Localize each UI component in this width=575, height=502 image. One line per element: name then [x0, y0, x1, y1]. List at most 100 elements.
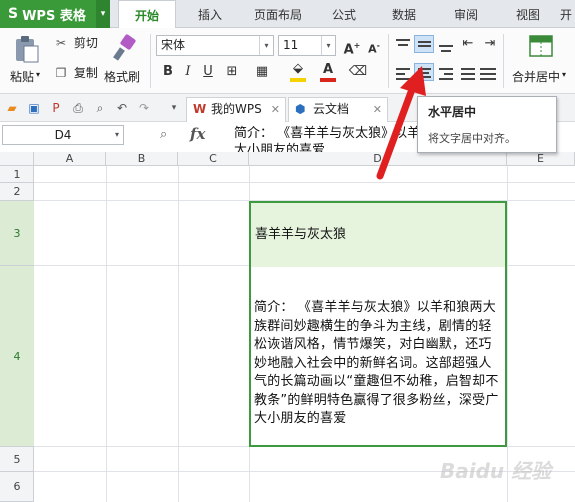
- row-header: 1 2 3 4 5 6: [0, 166, 34, 502]
- tooltip-description: 将文字居中对齐。: [428, 132, 516, 145]
- doc-tab-label: 我的WPS: [211, 102, 262, 116]
- name-box[interactable]: D4 ▾: [2, 125, 124, 145]
- tab-data[interactable]: 数据: [382, 0, 426, 28]
- row-header-6[interactable]: 6: [0, 472, 34, 502]
- decrease-font-icon[interactable]: A-: [364, 36, 384, 56]
- chevron-down-icon: ▾: [321, 36, 335, 55]
- italic-icon[interactable]: I: [178, 62, 198, 82]
- column-header-c[interactable]: C: [178, 152, 249, 166]
- app-name: WPS 表格: [22, 8, 86, 24]
- copy-icon: ❐: [55, 66, 67, 80]
- tab-review[interactable]: 审阅: [444, 0, 488, 28]
- row-header-4[interactable]: 4: [0, 266, 34, 447]
- folder-icon[interactable]: ▰: [4, 100, 20, 116]
- select-all-corner[interactable]: [0, 152, 34, 166]
- column-header-a[interactable]: A: [34, 152, 106, 166]
- wps-icon: W: [193, 102, 207, 116]
- row-header-5[interactable]: 5: [0, 447, 34, 472]
- chevron-down-icon[interactable]: ▾: [36, 70, 40, 79]
- justify-icon[interactable]: [458, 64, 478, 82]
- align-right-icon[interactable]: [436, 64, 456, 82]
- tab-page-layout[interactable]: 页面布局: [246, 0, 310, 28]
- tab-more[interactable]: 开: [556, 0, 575, 28]
- eraser-icon[interactable]: ⌫: [348, 62, 368, 82]
- align-top-icon[interactable]: [393, 36, 413, 54]
- column-header-e[interactable]: E: [507, 152, 575, 166]
- cell-d3[interactable]: 喜羊羊与灰太狼: [251, 203, 505, 267]
- paste-label: 粘贴: [10, 70, 35, 84]
- format-painter-label: 格式刷: [104, 70, 141, 84]
- gridline: [507, 166, 508, 502]
- chevron-down-icon: ▾: [259, 36, 273, 55]
- border-icon[interactable]: ⊞: [222, 62, 242, 82]
- copy-button[interactable]: ❐ 复制: [52, 64, 98, 82]
- scissors-icon: ✂: [55, 36, 67, 50]
- chevron-down-icon[interactable]: ▾: [562, 70, 566, 79]
- cut-button[interactable]: ✂ 剪切: [52, 34, 98, 52]
- font-size-value: 11: [283, 38, 299, 52]
- close-icon[interactable]: ✕: [271, 98, 280, 121]
- redo-icon[interactable]: ↷: [136, 100, 152, 116]
- cloud-doc-icon: ⬢: [295, 102, 306, 116]
- tab-view[interactable]: 视图: [506, 0, 550, 28]
- watermark-logo: Baidu 经验: [440, 459, 552, 483]
- column-header: A B C D E: [0, 152, 575, 166]
- cell-d3-text: 喜羊羊与灰太狼: [255, 227, 347, 242]
- print-icon[interactable]: ⎙: [70, 100, 86, 116]
- app-menu-button[interactable]: S WPS 表格 ▾: [0, 0, 110, 28]
- indent-increase-icon[interactable]: ⇥: [480, 34, 500, 54]
- chevron-down-icon[interactable]: ▾: [166, 100, 182, 116]
- tab-home[interactable]: 开始: [118, 0, 176, 29]
- chevron-down-icon[interactable]: ▾: [115, 126, 119, 144]
- bold-icon[interactable]: B: [158, 62, 178, 82]
- copy-label: 复制: [73, 66, 98, 80]
- row-header-2[interactable]: 2: [0, 183, 34, 201]
- distributed-icon[interactable]: [478, 64, 498, 82]
- gridline: [34, 182, 575, 183]
- menu-bar: S WPS 表格 ▾ 开始 插入 页面布局 公式 数据 审阅 视图 开: [0, 0, 575, 29]
- gridline: [178, 166, 179, 502]
- tab-formulas[interactable]: 公式: [322, 0, 366, 28]
- chevron-down-icon[interactable]: ▾: [96, 0, 110, 28]
- divider: [150, 34, 151, 88]
- row-header-1[interactable]: 1: [0, 166, 34, 183]
- zoom-icon[interactable]: ⌕: [160, 127, 167, 142]
- merge-border-icon[interactable]: ▦: [252, 62, 272, 82]
- gridline: [106, 166, 107, 502]
- wps-logo-icon: S: [8, 6, 19, 22]
- export-pdf-icon[interactable]: P: [48, 100, 64, 116]
- tooltip-title: 水平居中: [428, 105, 477, 119]
- selected-range-d3-d4[interactable]: 喜羊羊与灰太狼 简介： 《喜羊羊与灰太狼》以羊和狼两大族群间妙趣横生的争斗为主线…: [249, 201, 507, 447]
- tab-insert[interactable]: 插入: [186, 0, 234, 28]
- increase-font-icon[interactable]: A+: [342, 36, 362, 57]
- row-header-3[interactable]: 3: [0, 201, 34, 266]
- merge-cells-icon: [529, 35, 553, 57]
- indent-decrease-icon[interactable]: ⇤: [458, 34, 478, 54]
- align-middle-icon[interactable]: [414, 35, 434, 53]
- paste-button[interactable]: 粘贴 ▾: [8, 32, 44, 88]
- function-icon[interactable]: fx: [190, 125, 205, 143]
- font-name-select[interactable]: 宋体 ▾: [156, 35, 274, 56]
- column-header-b[interactable]: B: [106, 152, 178, 166]
- font-color-icon[interactable]: A: [318, 62, 338, 82]
- align-bottom-icon[interactable]: [436, 36, 456, 54]
- ribbon-toolbar: 粘贴 ▾ ✂ 剪切 ❐ 复制 格式刷 宋体 ▾ 11 ▾ A+ A- B I U…: [0, 28, 575, 94]
- cell-reference: D4: [54, 128, 72, 142]
- doc-tab-my-wps[interactable]: W 我的WPS ✕: [186, 97, 286, 122]
- font-size-select[interactable]: 11 ▾: [278, 35, 336, 56]
- cell-d4-text: 简介： 《喜羊羊与灰太狼》以羊和狼两大族群间妙趣横生的争斗为主线，剧情的轻松诙谐…: [254, 300, 499, 426]
- cut-label: 剪切: [73, 36, 98, 50]
- clipboard-icon: [16, 36, 39, 63]
- cell-grid[interactable]: 喜羊羊与灰太狼 简介： 《喜羊羊与灰太狼》以羊和狼两大族群间妙趣横生的争斗为主线…: [34, 166, 575, 502]
- annotation-arrow: [376, 66, 426, 180]
- print-preview-icon[interactable]: ⌕: [92, 100, 108, 116]
- brush-icon: [113, 34, 136, 61]
- merge-center-button[interactable]: 合并居中 ▾: [510, 32, 572, 88]
- save-icon[interactable]: ▣: [26, 100, 42, 116]
- tooltip: 水平居中 将文字居中对齐。: [417, 96, 557, 153]
- format-painter-button[interactable]: 格式刷: [104, 32, 144, 88]
- merge-center-label: 合并居中: [512, 70, 561, 84]
- underline-icon[interactable]: U: [198, 62, 218, 82]
- fill-color-icon[interactable]: ⬙: [288, 62, 308, 82]
- undo-icon[interactable]: ↶: [114, 100, 130, 116]
